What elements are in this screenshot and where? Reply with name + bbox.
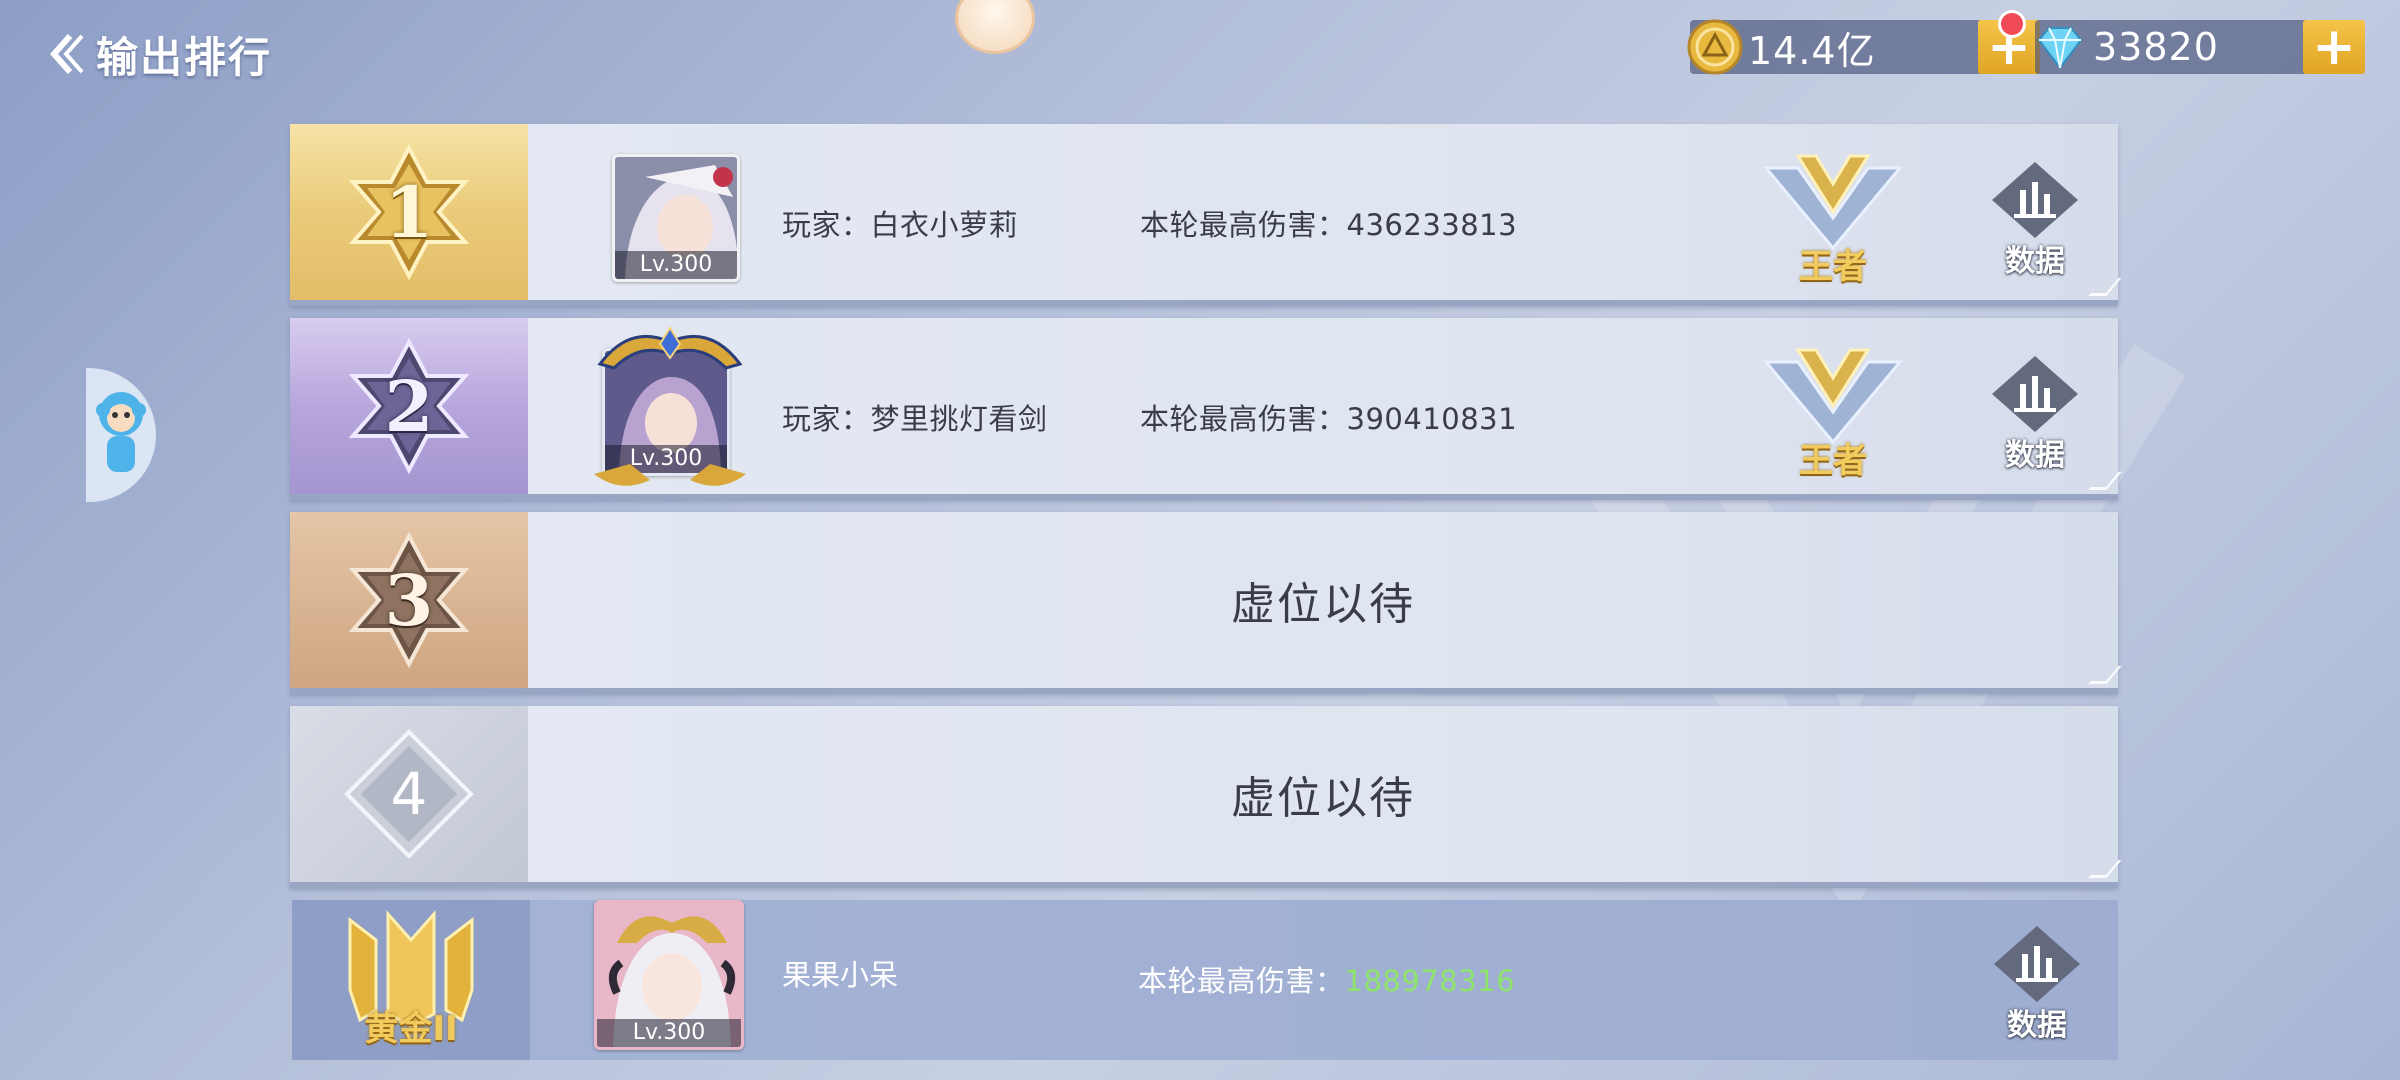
rank-badge: 3	[339, 530, 479, 670]
add-gem-button[interactable]: +	[2303, 17, 2365, 77]
tier-label: 王者	[1799, 247, 1867, 287]
self-tier-cell: 黄金II	[292, 900, 530, 1060]
tier-badge: 黄金II	[336, 910, 486, 1050]
corner-decoration	[2088, 472, 2122, 490]
back-button[interactable]: 输出排行	[48, 28, 272, 82]
mascot-peek-icon	[955, 0, 1035, 54]
data-label: 数据	[2005, 438, 2065, 473]
bar-chart-icon	[1994, 926, 2080, 1002]
rank-row-3: 3 虚位以待	[290, 512, 2122, 694]
monkey-mascot-icon	[96, 392, 146, 472]
tier-label: 黄金II	[364, 1009, 458, 1049]
rank-badge: 4	[339, 724, 479, 864]
rank-row-1: 1 Lv.300 玩家：白衣小萝莉 本轮最高伤害：436233813 王者 数据	[290, 124, 2122, 306]
corner-decoration	[2088, 278, 2122, 296]
rank-cell: 3	[290, 512, 528, 688]
rank-cell: 2	[290, 318, 528, 494]
avatar-level: Lv.300	[597, 1019, 741, 1047]
rank-cell: 4	[290, 706, 528, 882]
player-name: 玩家：梦里挑灯看剑	[782, 402, 1048, 436]
data-label: 数据	[2007, 1008, 2067, 1043]
avatar[interactable]: Lv.300	[594, 900, 744, 1050]
rank-row-2: 2 Lv.300 玩家：梦里挑灯看剑 本轮最高伤害：390410831 王者 数…	[290, 318, 2122, 500]
damage-value: 390410831	[1346, 402, 1518, 436]
page-title: 输出排行	[96, 32, 273, 82]
tier-label: 王者	[1799, 441, 1867, 481]
bar-chart-icon	[1992, 162, 2078, 238]
rank-badge: 2	[339, 336, 479, 476]
damage-label: 本轮最高伤害：	[1140, 208, 1347, 242]
avatar[interactable]: Lv.300	[602, 348, 730, 476]
empty-slot-text: 虚位以待	[1231, 579, 1415, 630]
empty-slot-text: 虚位以待	[1231, 773, 1415, 824]
avatar[interactable]: Lv.300	[612, 154, 740, 282]
avatar-level: Lv.300	[605, 445, 727, 473]
damage-text: 本轮最高伤害：390410831	[1140, 396, 1517, 438]
rank-cell: 1	[290, 124, 528, 300]
self-rank-row: 黄金II Lv.300 果果小呆 本轮最高伤害：188978316 数据	[292, 900, 2118, 1060]
damage-label: 本轮最高伤害：	[1140, 402, 1347, 436]
damage-value: 188978316	[1344, 964, 1516, 998]
gem-currency: 33820 +	[2035, 17, 2365, 77]
tier-badge: 王者	[1758, 148, 1908, 288]
rank-number: 2	[384, 364, 434, 448]
gold-amount: 14.4亿	[1748, 28, 1876, 73]
self-player-name: 果果小呆	[782, 958, 899, 992]
chevron-left-icon	[49, 34, 84, 74]
player-name: 玩家：白衣小萝莉	[782, 208, 1019, 242]
damage-label: 本轮最高伤害：	[1138, 964, 1345, 998]
side-mascot-button[interactable]	[86, 368, 156, 502]
notification-dot	[1998, 10, 2026, 38]
gold-coin-icon	[1687, 19, 1743, 75]
data-button[interactable]: 数据	[1982, 924, 2092, 1044]
data-button[interactable]: 数据	[1980, 160, 2090, 280]
damage-value: 436233813	[1346, 208, 1518, 242]
rank-badge: 1	[339, 142, 479, 282]
rank-number: 1	[384, 170, 434, 254]
diamond-icon	[2037, 27, 2083, 70]
data-button[interactable]: 数据	[1980, 354, 2090, 474]
gold-currency: 14.4亿 +	[1687, 17, 2040, 77]
bar-chart-icon	[1992, 356, 2078, 432]
damage-text: 本轮最高伤害：436233813	[1140, 202, 1517, 244]
avatar-level: Lv.300	[615, 251, 737, 279]
rank-row-4: 4 虚位以待	[290, 706, 2122, 888]
rank-number: 3	[384, 558, 434, 642]
data-label: 数据	[2005, 244, 2065, 279]
gem-amount: 33820	[2093, 25, 2219, 69]
rank-number: 4	[390, 760, 428, 828]
tier-badge: 王者	[1758, 342, 1908, 482]
damage-text: 本轮最高伤害：188978316	[1138, 958, 1515, 1000]
